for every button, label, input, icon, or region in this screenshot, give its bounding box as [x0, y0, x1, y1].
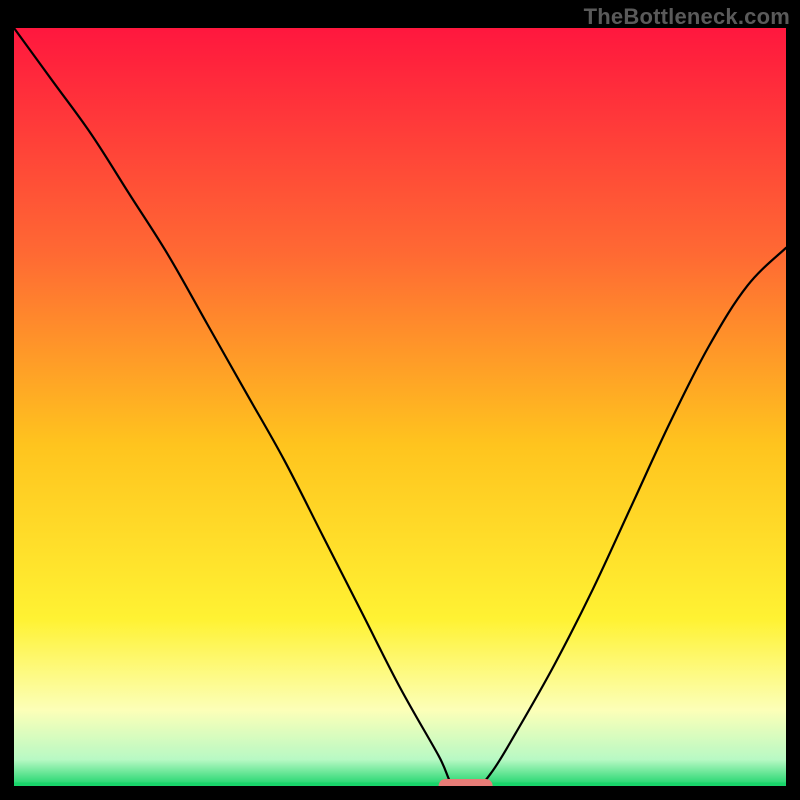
gradient-background [14, 28, 786, 786]
plot-area [14, 28, 786, 786]
chart-stage: TheBottleneck.com [0, 0, 800, 800]
optimal-marker [439, 779, 493, 786]
watermark-text: TheBottleneck.com [584, 4, 790, 30]
plot-svg [14, 28, 786, 786]
